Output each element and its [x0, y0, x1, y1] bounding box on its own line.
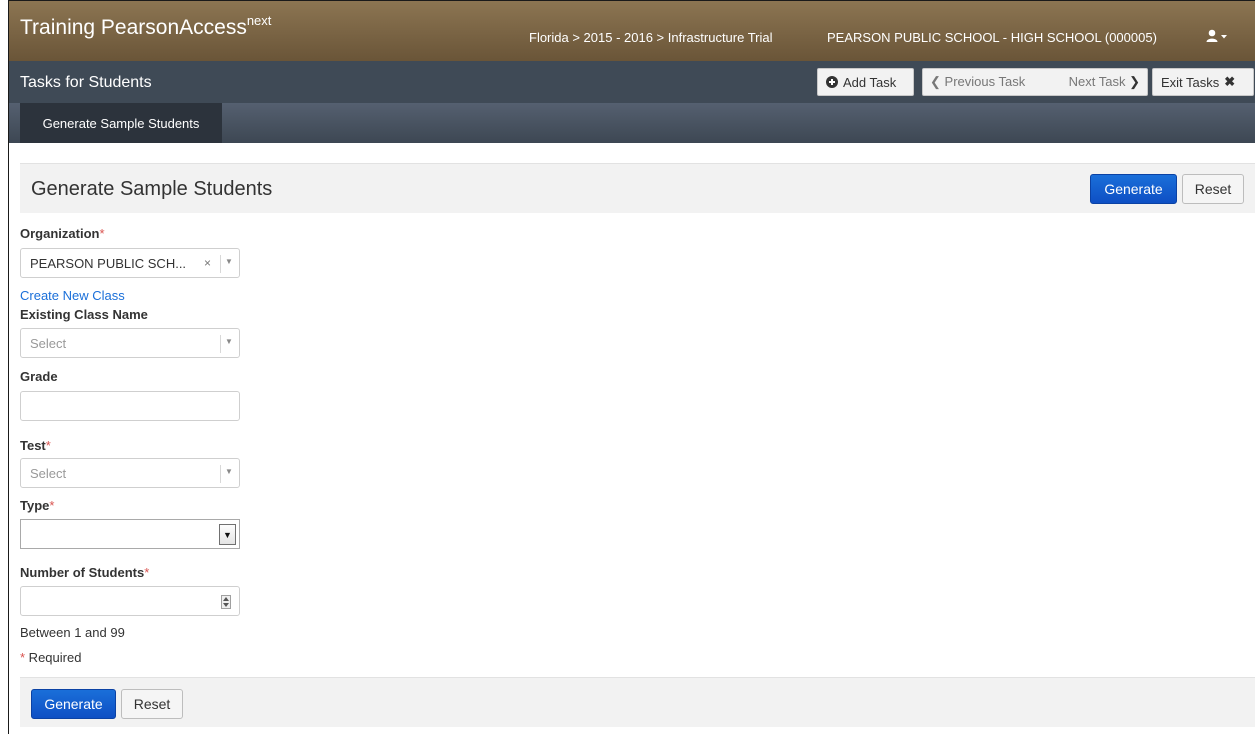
chevron-left-icon: ❮	[930, 74, 941, 89]
user-icon	[1206, 29, 1227, 42]
grade-input[interactable]	[20, 391, 240, 421]
generate-button-bottom[interactable]: Generate	[31, 689, 116, 719]
task-navigation-group: ❮ Previous Task Next Task ❯	[922, 68, 1148, 96]
close-icon: ✖	[1224, 74, 1236, 89]
grade-label: Grade	[20, 369, 58, 384]
task-toolbar-title: Tasks for Students	[20, 74, 152, 91]
tab-generate-sample-students[interactable]: Generate Sample Students	[20, 103, 222, 143]
spinner-arrows-icon[interactable]	[221, 595, 231, 609]
chevron-right-icon: ❯	[1129, 74, 1140, 89]
panel-footer: Generate Reset	[20, 677, 1255, 727]
required-asterisk: *	[45, 438, 51, 453]
next-task-button[interactable]: Next Task ❯	[1069, 74, 1140, 90]
task-toolbar: Tasks for Students Add Task ❮ Previous T…	[9, 61, 1255, 103]
plus-circle-icon	[826, 76, 838, 88]
page-title: Generate Sample Students	[31, 178, 273, 200]
existing-class-name-label: Existing Class Name	[20, 307, 148, 322]
test-label: Test*	[20, 438, 51, 453]
top-header: Training PearsonAccessnext Florida > 201…	[9, 1, 1255, 61]
number-of-students-label: Number of Students*	[20, 565, 150, 580]
panel-header: Generate Sample Students Generate Reset	[20, 163, 1255, 213]
brand-logo[interactable]: Training PearsonAccessnext	[20, 13, 272, 40]
required-asterisk: *	[99, 226, 105, 241]
type-label: Type*	[20, 498, 55, 513]
number-of-students-input[interactable]	[20, 586, 240, 616]
brand-superscript: next	[246, 13, 272, 28]
organization-selector[interactable]: PEARSON PUBLIC SCHOOL - HIGH SCHOOL (000…	[827, 30, 1157, 45]
caret-down-icon	[1221, 35, 1227, 39]
existing-class-select[interactable]: Select ▼	[20, 328, 240, 358]
app-frame: Training PearsonAccessnext Florida > 201…	[8, 0, 1255, 734]
add-task-label: Add Task	[843, 74, 897, 90]
user-menu-button[interactable]	[1205, 28, 1231, 46]
required-note: * Required	[20, 650, 82, 665]
organization-select-value: PEARSON PUBLIC SCH...	[30, 256, 187, 271]
required-asterisk: *	[144, 565, 150, 580]
caret-down-icon[interactable]: ▼	[225, 337, 233, 346]
clear-selection-icon[interactable]: ×	[204, 256, 211, 270]
exit-tasks-label: Exit Tasks	[1161, 74, 1220, 90]
existing-class-placeholder: Select	[30, 336, 67, 351]
select-divider	[220, 335, 221, 353]
reset-button-bottom[interactable]: Reset	[121, 689, 183, 719]
brand-text: Training PearsonAccess	[20, 16, 247, 39]
reset-button-top[interactable]: Reset	[1182, 174, 1244, 204]
create-new-class-link[interactable]: Create New Class	[20, 288, 125, 303]
type-select[interactable]: ▼	[20, 519, 240, 549]
test-placeholder: Select	[30, 466, 67, 481]
organization-label: Organization*	[20, 226, 105, 241]
required-asterisk: *	[49, 498, 55, 513]
previous-task-button[interactable]: ❮ Previous Task	[930, 74, 1025, 90]
exit-tasks-button[interactable]: Exit Tasks ✖	[1152, 68, 1254, 96]
number-of-students-help: Between 1 and 99	[20, 625, 125, 640]
dropdown-arrow-icon[interactable]: ▼	[219, 524, 236, 545]
select-divider	[220, 255, 221, 273]
caret-down-icon[interactable]: ▼	[225, 257, 233, 266]
select-divider	[220, 465, 221, 483]
caret-down-icon[interactable]: ▼	[225, 467, 233, 476]
add-task-button[interactable]: Add Task	[817, 68, 914, 96]
organization-select[interactable]: PEARSON PUBLIC SCH... × ▼	[20, 248, 240, 278]
generate-button-top[interactable]: Generate	[1090, 174, 1177, 204]
admin-breadcrumb[interactable]: Florida > 2015 - 2016 > Infrastructure T…	[529, 30, 773, 45]
test-select[interactable]: Select ▼	[20, 458, 240, 488]
task-tabs: Generate Sample Students	[9, 103, 1255, 143]
